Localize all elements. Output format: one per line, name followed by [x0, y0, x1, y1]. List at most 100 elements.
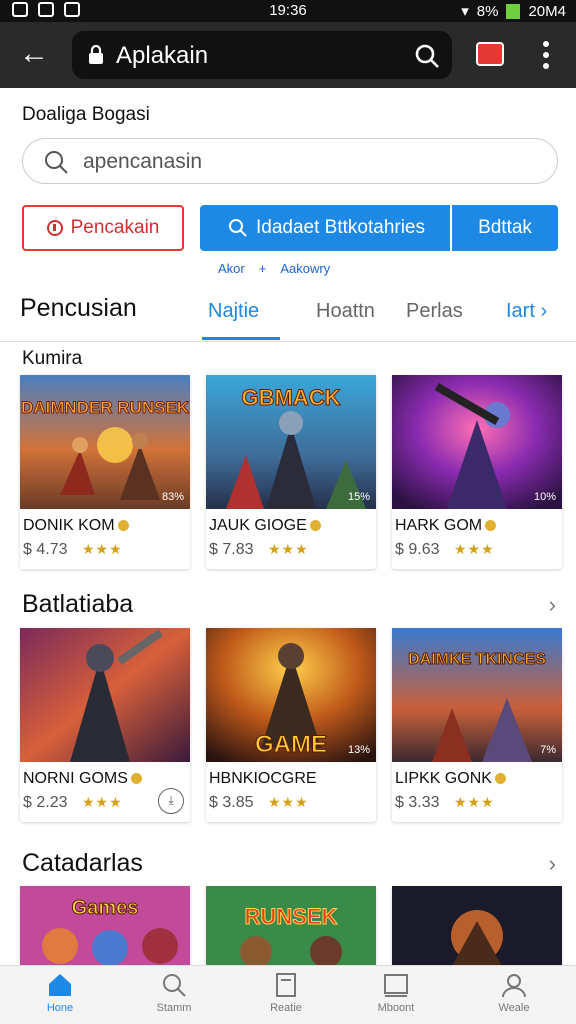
bdttak-button[interactable]: Bdttak	[452, 205, 558, 251]
category-label: Kumira	[22, 348, 83, 369]
cover-art-title: GBMACK	[242, 385, 341, 410]
nav-tablet[interactable]: Mboont	[356, 972, 436, 1014]
coin-icon	[494, 773, 506, 785]
tabs-icon[interactable]	[476, 42, 504, 66]
game-card[interactable]: GAME 13% HBNKIOCGRE $ 3.85 ★★★	[206, 628, 376, 822]
cover-art-title: Games	[72, 897, 139, 919]
page-subtitle: Doaliga Bogasi	[22, 104, 150, 125]
address-bar[interactable]: Aplakain	[72, 31, 452, 79]
game-title: HARK GOM	[395, 517, 497, 535]
discount-badge: 13%	[347, 744, 370, 756]
rating-stars: ★★★	[82, 794, 123, 810]
nav-library[interactable]: Reatie	[246, 972, 326, 1014]
coin-icon	[485, 520, 497, 532]
nav-home[interactable]: Hone	[20, 972, 100, 1014]
game-thumbnail	[392, 375, 562, 509]
game-price: $ 9.63	[395, 541, 440, 558]
game-price: $ 4.73	[23, 541, 68, 558]
tabs-title: Pencusian	[20, 294, 137, 322]
status-bar: 19:36 ▾ 8% 20M4	[0, 0, 576, 22]
search-action-button[interactable]: Idadaet Bttkotahries	[200, 205, 450, 251]
sub-link-akor[interactable]: Akor	[218, 261, 245, 276]
search-action-label: Idadaet Bttkotahries	[256, 217, 425, 238]
pencakain-button[interactable]: Pencakain	[22, 205, 184, 251]
search-icon	[229, 219, 247, 237]
search-field[interactable]	[22, 138, 558, 184]
tab-perlas[interactable]: Perlas	[406, 300, 463, 323]
lock-icon	[89, 45, 103, 64]
section-title-catadarlas: Catadarlas	[22, 849, 143, 877]
chevron-right-icon[interactable]: ›	[549, 851, 556, 877]
tablet-icon	[384, 974, 408, 997]
game-title-text: DONIK KOM	[23, 517, 115, 534]
game-price: $ 7.83	[209, 541, 254, 558]
tab-iart-label: Iart	[506, 300, 535, 322]
share-icon[interactable]: ⤓	[158, 788, 184, 814]
more-vert-icon[interactable]	[534, 38, 558, 72]
browser-toolbar: ← Aplakain	[0, 22, 576, 88]
tab-najtie[interactable]: Najtie	[208, 300, 259, 323]
game-card[interactable]	[392, 886, 562, 966]
game-card[interactable]: Games	[20, 886, 190, 966]
url-text: Aplakain	[116, 42, 209, 69]
game-card[interactable]: 10% HARK GOM $ 9.63 ★★★	[392, 375, 562, 569]
search-input[interactable]	[83, 147, 523, 177]
search-icon	[45, 151, 68, 174]
nav-search-label: Stamm	[156, 1002, 192, 1014]
game-card[interactable]: GBMACK 15% JAUK GIOGE $ 7.83 ★★★	[206, 375, 376, 569]
pencakain-label: Pencakain	[70, 217, 160, 238]
coin-icon	[309, 520, 321, 532]
chevron-right-icon: ›	[540, 300, 548, 322]
bottom-navigation: Hone Stamm Reatie Mboont Weale	[0, 965, 576, 1024]
game-title: HBNKIOCGRE	[209, 770, 317, 787]
game-card[interactable]: RUNSEK	[206, 886, 376, 966]
game-thumbnail: GBMACK	[206, 375, 376, 509]
cover-art-title: DAIMNDER RUNSEK	[21, 398, 190, 417]
nav-profile[interactable]: Weale	[474, 972, 554, 1014]
tab-hoattn[interactable]: Hoattn	[316, 300, 375, 323]
rating-stars: ★★★	[268, 794, 309, 810]
sub-link-aakowry[interactable]: Aakowry	[280, 261, 330, 276]
game-thumbnail: DAIMKE TKINCES	[392, 628, 562, 762]
game-thumbnail	[392, 886, 562, 966]
cover-art-title: RUNSEK	[245, 904, 338, 929]
game-thumbnail: GAME	[206, 628, 376, 762]
game-card[interactable]: DAIMNDER RUNSEK 83% DONIK KOM $ 4.73 ★★★	[20, 375, 190, 569]
game-title: LIPKK GONK	[395, 770, 506, 788]
book-icon	[276, 973, 296, 997]
nav-tablet-label: Mboont	[377, 1002, 415, 1014]
nav-search[interactable]: Stamm	[134, 972, 214, 1014]
section-title-batlatiaba: Batlatiaba	[22, 590, 134, 618]
coin-icon	[117, 520, 129, 532]
nav-profile-label: Weale	[498, 1002, 530, 1014]
discount-badge: 15%	[347, 491, 370, 503]
rating-stars: ★★★	[268, 541, 309, 557]
game-card[interactable]: NORNI GOMS $ 2.23 ★★★ ⤓	[20, 628, 190, 822]
home-icon	[49, 974, 71, 996]
active-tab-indicator	[202, 337, 280, 340]
game-title: DONIK KOM	[23, 517, 129, 535]
rating-stars: ★★★	[454, 541, 495, 557]
battery-percent: 8%	[476, 2, 499, 20]
sub-link-plus[interactable]: +	[259, 261, 267, 276]
game-price: $ 3.33	[395, 794, 440, 811]
profile-icon	[502, 974, 526, 998]
back-arrow-icon[interactable]: ←	[14, 36, 54, 74]
tab-bar: Pencusian Najtie Hoattn Perlas Iart ›	[0, 290, 576, 342]
search-icon[interactable]	[414, 43, 440, 69]
game-title-text: JAUK GIOGE	[209, 517, 307, 534]
game-title: NORNI GOMS	[23, 770, 142, 788]
discount-badge: 10%	[533, 491, 556, 503]
cover-art-title: GAME	[255, 731, 327, 758]
battery-icon	[506, 3, 521, 19]
rating-stars: ★★★	[454, 794, 495, 810]
signal-label: 20M4	[528, 2, 566, 20]
game-thumbnail: Games	[20, 886, 190, 966]
game-price: $ 3.85	[209, 794, 254, 811]
tab-iart[interactable]: Iart ›	[506, 300, 547, 323]
chevron-right-icon[interactable]: ›	[549, 592, 556, 618]
game-card[interactable]: DAIMKE TKINCES 7% LIPKK GONK $ 3.33 ★★★	[392, 628, 562, 822]
game-thumbnail	[20, 628, 190, 762]
discount-badge: 83%	[161, 491, 184, 503]
game-title: JAUK GIOGE	[209, 517, 321, 535]
